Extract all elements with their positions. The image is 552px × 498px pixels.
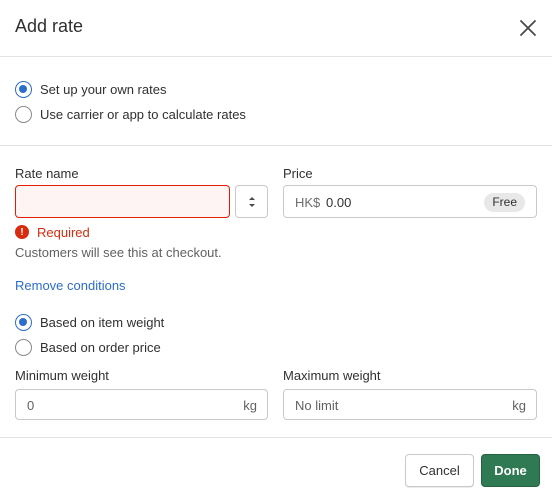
max-weight-input[interactable]: No limit kg [283,389,537,420]
price-value: 0.00 [326,195,352,210]
min-weight-input[interactable]: 0 kg [15,389,268,420]
section-divider [0,145,552,146]
alert-circle-icon: ! [15,225,29,239]
price-input[interactable]: HK$ 0.00 Free [283,185,537,218]
radio-carrier-rates-label: Use carrier or app to calculate rates [40,106,246,122]
min-weight-label: Minimum weight [15,368,109,383]
radio-item-weight-control[interactable] [15,313,32,331]
radio-own-rates[interactable]: Set up your own rates [15,79,166,99]
free-badge: Free [484,193,525,212]
price-label: Price [283,166,313,181]
rate-name-error-text: Required [37,224,90,240]
min-weight-placeholder: 0 [27,398,35,413]
radio-carrier-rates[interactable]: Use carrier or app to calculate rates [15,104,246,124]
rate-name-label: Rate name [15,166,79,181]
radio-order-price-control[interactable] [15,338,32,356]
dialog-title: Add rate [15,16,84,36]
remove-conditions-link[interactable]: Remove conditions [15,278,126,293]
done-button[interactable]: Done [481,454,540,487]
radio-item-weight[interactable]: Based on item weight [15,312,164,332]
radio-carrier-rates-control[interactable] [15,105,32,123]
rate-name-help-text: Customers will see this at checkout. [15,245,222,260]
radio-own-rates-label: Set up your own rates [40,81,167,97]
max-weight-unit: kg [512,398,526,413]
select-chevrons-icon [248,196,255,207]
close-button[interactable] [514,14,542,42]
footer-divider [0,437,552,438]
cancel-button[interactable]: Cancel [405,454,474,487]
rate-name-input[interactable] [15,185,230,218]
max-weight-placeholder: No limit [295,398,339,413]
price-currency-prefix: HK$ [295,195,321,210]
radio-own-rates-control[interactable] [15,80,32,98]
close-icon [520,20,536,36]
min-weight-unit: kg [243,398,257,413]
radio-order-price-label: Based on order price [40,339,161,355]
radio-order-price[interactable]: Based on order price [15,337,161,357]
radio-item-weight-label: Based on item weight [40,314,165,330]
max-weight-label: Maximum weight [283,368,381,383]
dialog-header: Add rate [0,0,552,57]
rate-name-select-button[interactable] [235,185,268,218]
rate-name-error: ! Required [15,223,90,241]
